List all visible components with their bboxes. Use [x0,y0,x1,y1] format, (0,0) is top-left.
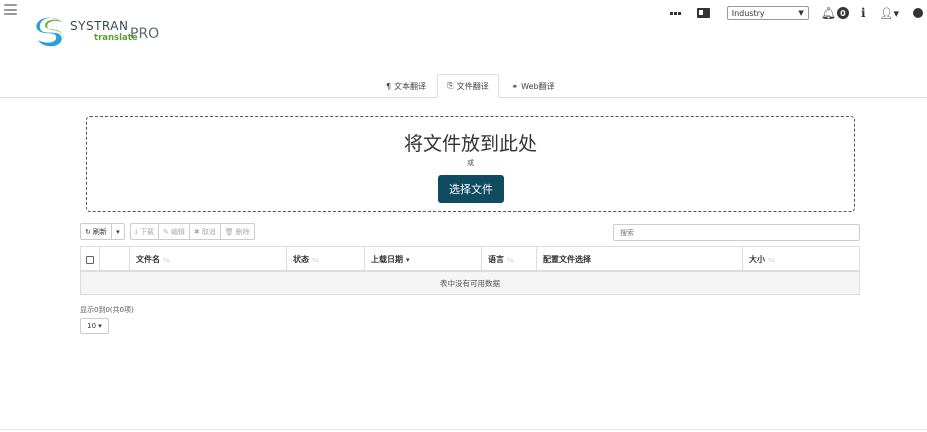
tab-file-translation[interactable]: ⎘ 文件翻译 [437,74,499,98]
refresh-icon: ↻ [85,227,91,236]
trash-icon: 🗑︎ [224,227,234,236]
paragraph-icon: ¶ [385,81,392,91]
chevron-down-icon: ▼ [798,9,804,17]
tab-text-translation[interactable]: ¶ 文本翻译 [381,74,431,98]
bell-icon[interactable]: 🔔︎ [821,6,836,20]
sort-icon: ▿▵ [507,255,515,264]
file-dropzone[interactable]: 将文件放到此处 或 选择文件 [86,116,855,212]
download-label: 下载 [139,227,154,236]
caret-down-icon: ▾ [116,227,120,236]
column-status[interactable]: 状态 ▿▵ [287,247,365,272]
caret-down-icon: ▾ [96,322,102,330]
notification-badge[interactable]: 0 [836,7,849,19]
close-icon: ✖ [193,227,200,236]
logo-brand-text: SYSTRAN [70,19,129,33]
logo-pro-text: PRO [130,26,160,42]
sort-icon: ▿▵ [768,255,776,264]
table-empty-row: 表中没有可用数据 [81,272,859,294]
column-label: 配置文件选择 [543,255,591,264]
sort-icon: ▿▵ [163,255,171,264]
status-icon-column [100,247,130,272]
cancel-label: 取消 [201,227,216,236]
column-label: 文件名 [136,255,160,264]
edit-label: 编辑 [170,227,185,236]
column-label: 状态 [293,255,309,264]
footer-divider [0,429,927,430]
download-icon: ⤓ [134,227,138,235]
info-icon[interactable]: i [861,6,866,20]
select-all-checkbox[interactable] [86,255,94,264]
refresh-label: 刷新 [92,227,107,236]
refresh-button[interactable]: ↻ 刷新 [80,223,112,240]
file-toolbar: ↻ 刷新 ▾ ⤓ 下载 ✎ 编辑 ✖ 取消 🗑︎ 删除 [80,223,255,240]
column-size[interactable]: 大小 ▿▵ [743,247,859,272]
link-icon: ⚭ [511,81,519,91]
systran-logo[interactable]: SYSTRAN translate PRO [34,14,164,50]
table-info: 显示0到0(共0项) [80,306,134,314]
select-all-cell [81,247,100,272]
pencil-icon: ✎ [162,227,169,236]
page-size-value: 10 [87,322,97,330]
dropzone-title: 将文件放到此处 [403,133,537,155]
menu-icon[interactable] [4,4,17,15]
tab-label: Web翻译 [521,81,555,91]
column-label: 上载日期 [371,255,403,264]
column-label: 语言 [488,255,504,264]
id-card-icon[interactable] [696,8,710,18]
industry-select-value: Industry [731,8,765,18]
column-profile[interactable]: 配置文件选择 [537,247,743,272]
user-menu-icon[interactable]: 👤︎▾ [880,7,900,20]
tab-web-translation[interactable]: ⚭ Web翻译 [505,74,561,98]
edit-button[interactable]: ✎ 编辑 [158,223,190,240]
download-button[interactable]: ⤓ 下载 [129,223,159,240]
column-label: 大小 [749,255,765,264]
delete-label: 删除 [235,227,250,236]
logo-swirl-icon [36,17,64,47]
file-icon: ⎘ [447,81,454,90]
column-filename[interactable]: 文件名 ▿▵ [130,247,287,272]
cancel-button[interactable]: ✖ 取消 [189,223,221,240]
tab-label: 文本翻译 [394,81,427,91]
empty-message: 表中没有可用数据 [440,278,500,288]
apps-grid-icon[interactable] [669,8,681,19]
dropzone-or-text: 或 [467,159,474,167]
column-language[interactable]: 语言 ▿▵ [482,247,537,272]
column-upload-date[interactable]: 上载日期 ▾ [365,247,482,272]
page-size-select[interactable]: 10 ▾ [80,318,109,334]
table-header: 文件名 ▿▵ 状态 ▿▵ 上载日期 ▾ 语言 ▿▵ 配置文件选择 大小 ▿▵ [81,247,859,272]
search-input[interactable] [613,224,860,241]
sort-desc-icon: ▾ [406,255,410,264]
choose-file-button[interactable]: 选择文件 [438,175,504,203]
tab-label: 文件翻译 [456,81,489,91]
top-toolbar: Industry ▼ 🔔︎ 0 i 👤︎▾ [669,4,923,22]
translation-tabs: ¶ 文本翻译 ⎘ 文件翻译 ⚭ Web翻译 [0,72,927,98]
refresh-dropdown-button[interactable]: ▾ [111,223,125,240]
sort-icon: ▿▵ [312,255,320,264]
delete-button[interactable]: 🗑︎ 删除 [220,223,255,240]
files-table: 文件名 ▿▵ 状态 ▿▵ 上载日期 ▾ 语言 ▿▵ 配置文件选择 大小 ▿▵ 表中没有可用… [80,246,860,295]
globe-icon[interactable] [913,8,923,18]
industry-select[interactable]: Industry ▼ [726,6,809,20]
